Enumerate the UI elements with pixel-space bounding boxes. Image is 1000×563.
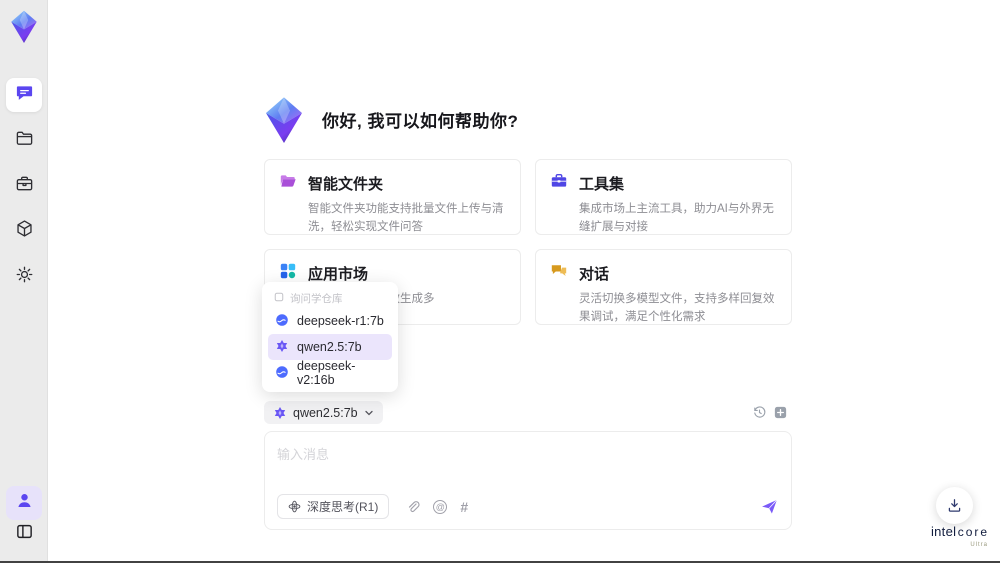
gear-icon [15, 265, 34, 289]
folder-purple-icon [279, 172, 297, 195]
atom-icon [288, 500, 301, 513]
user-icon [15, 491, 34, 515]
intel-core-logo: intel core Ultra [924, 523, 996, 548]
model-dropdown-header-label: 询问学仓库 [290, 292, 343, 305]
card-chat[interactable]: 对话 灵活切换多模型文件，支持多样回复效果调试，满足个性化需求 [535, 249, 792, 325]
greeting-logo [260, 95, 308, 145]
model-option-qwen[interactable]: qwen2.5:7b [268, 334, 392, 360]
briefcase-icon [15, 174, 34, 198]
app-logo [7, 9, 41, 45]
hash-icon[interactable]: # [460, 499, 468, 515]
download-icon [948, 499, 961, 512]
send-icon [761, 499, 777, 514]
folder-icon [15, 129, 34, 153]
sidebar-item-chat[interactable] [6, 78, 42, 112]
greeting-text: 你好, 我可以如何帮助你? [322, 112, 519, 131]
send-button[interactable] [759, 497, 779, 517]
repo-icon [274, 292, 284, 305]
sidebar-item-account[interactable] [6, 486, 42, 520]
card-title: 工具集 [579, 176, 625, 193]
card-description: 灵活切换多模型文件，支持多样回复效果调试，满足个性化需求 [579, 293, 775, 323]
new-chat-icon[interactable] [773, 405, 788, 420]
toolbox-icon [550, 172, 568, 195]
history-icon[interactable] [752, 405, 767, 420]
card-description: 智能文件夹功能支持批量文件上传与清洗，轻松实现文件问答 [308, 203, 504, 233]
card-title: 应用市场 [308, 266, 369, 283]
at-icon[interactable]: @ [433, 499, 448, 514]
sidebar-item-collapse[interactable] [6, 517, 42, 551]
model-selector-label: qwen2.5:7b [293, 405, 358, 420]
qwen-icon [275, 339, 289, 356]
ultra-label: Ultra [970, 542, 988, 548]
card-title: 智能文件夹 [308, 176, 384, 193]
message-input[interactable] [265, 432, 791, 484]
deepseek-icon [275, 365, 289, 382]
deepseek-icon [275, 313, 289, 330]
intel-wordmark: intel [930, 524, 957, 539]
app-window: 你好, 我可以如何帮助你? 智能文件夹 智能文件夹功能支持批量文件上传与清洗，轻… [0, 0, 1000, 563]
chat-bubbles-gold-icon [550, 262, 568, 285]
composer-icons: @ # [406, 499, 468, 515]
sidebar [0, 0, 48, 563]
panel-toggle-icon [15, 522, 34, 546]
sidebar-item-folders[interactable] [6, 124, 42, 158]
card-description: 集成市场上主流工具，助力AI与外界无缝扩展与对接 [579, 203, 774, 233]
card-smart-folder[interactable]: 智能文件夹 智能文件夹功能支持批量文件上传与清洗，轻松实现文件问答 [264, 159, 521, 235]
model-option-label: deepseek-v2:16b [297, 359, 356, 387]
sidebar-item-tools[interactable] [6, 169, 42, 203]
paperclip-icon[interactable] [406, 500, 420, 514]
composer: 深度思考(R1) @ # [264, 431, 792, 530]
deep-think-label: 深度思考(R1) [307, 500, 379, 514]
qwen-icon [274, 406, 286, 419]
model-option-label: qwen2.5:7b [297, 340, 362, 354]
model-option-deepseek-v2[interactable]: deepseek-v2:16b [268, 359, 392, 387]
chevron-down-icon [364, 410, 373, 415]
card-title: 对话 [579, 266, 610, 283]
deep-think-toggle[interactable]: 深度思考(R1) [277, 494, 390, 519]
sidebar-item-settings[interactable] [6, 260, 42, 294]
core-wordmark: core [957, 525, 990, 539]
model-dropdown-header: 询问学仓库 [268, 288, 392, 308]
model-option-label: deepseek-r1:7b [297, 314, 384, 328]
model-dropdown: 询问学仓库 deepseek-r1:7b qwen2.5:7b deepseek… [262, 282, 398, 392]
download-button[interactable] [936, 487, 973, 524]
model-option-deepseek-r1[interactable]: deepseek-r1:7b [268, 308, 392, 334]
card-toolset[interactable]: 工具集 集成市场上主流工具，助力AI与外界无缝扩展与对接 [535, 159, 792, 235]
cube-icon [15, 219, 34, 243]
composer-toolbar: 深度思考(R1) @ # [277, 494, 779, 519]
model-selector[interactable]: qwen2.5:7b [264, 401, 383, 424]
chat-bubble-icon [15, 83, 34, 107]
sidebar-item-models[interactable] [6, 214, 42, 248]
